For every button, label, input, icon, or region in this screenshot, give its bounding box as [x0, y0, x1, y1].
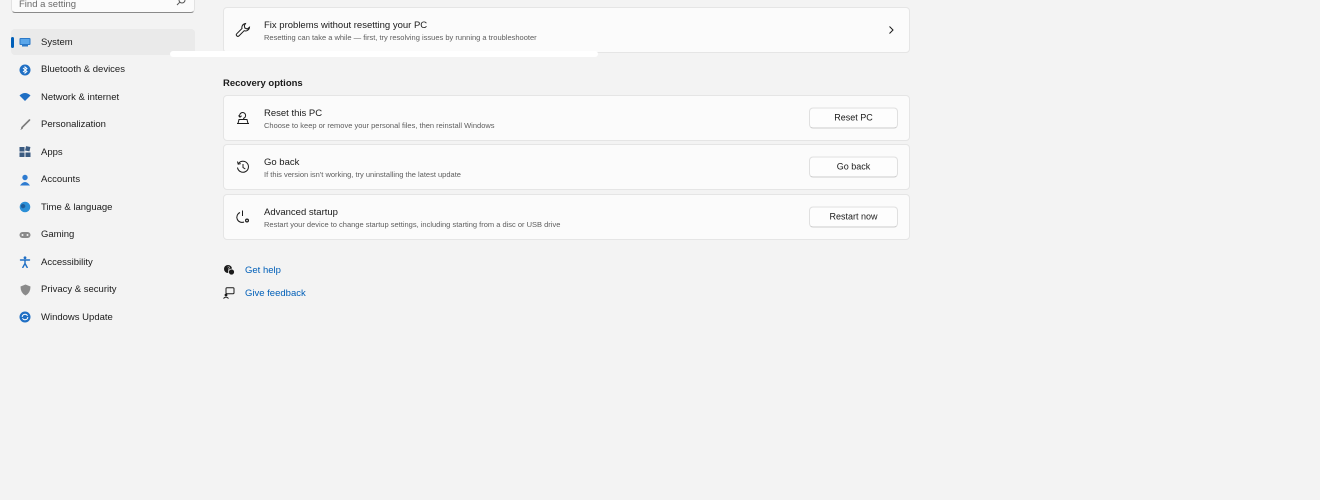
get-help-link[interactable]: ? Get help — [223, 264, 281, 276]
advanced-startup-card: Advanced startup Restart your device to … — [223, 194, 910, 240]
go-back-card: Go back If this version isn't working, t… — [223, 144, 910, 190]
chevron-right-icon — [889, 26, 894, 34]
go-back-button[interactable]: Go back — [809, 156, 898, 178]
wifi-icon — [19, 91, 31, 103]
bluetooth-icon — [19, 64, 31, 76]
sidebar-item-label: Privacy & security — [41, 284, 117, 295]
sidebar-item-label: Accessibility — [41, 256, 93, 268]
search-input[interactable] — [12, 0, 162, 14]
sidebar-item-label: Windows Update — [41, 311, 113, 323]
sidebar-item-network[interactable]: Network & internet — [11, 84, 195, 110]
fix-problems-title: Fix problems without resetting your PC — [264, 20, 428, 31]
reset-pc-title: Reset this PC — [264, 108, 323, 119]
advanced-startup-subtitle: Restart your device to change startup se… — [264, 220, 561, 229]
sidebar-item-label: Bluetooth & devices — [41, 64, 125, 75]
recovery-options-heading: Recovery options — [223, 78, 303, 89]
sidebar-item-label: Network & internet — [41, 91, 120, 103]
shield-icon — [19, 284, 31, 296]
sidebar-item-windows-update[interactable]: Windows Update — [11, 304, 195, 330]
go-back-title: Go back — [264, 157, 300, 168]
fix-problems-card[interactable]: Fix problems without resetting your PC R… — [223, 7, 910, 53]
sidebar-item-label: Time & language — [41, 201, 113, 213]
history-icon — [237, 160, 249, 173]
gamepad-icon — [19, 229, 31, 241]
accessibility-icon — [19, 256, 31, 268]
sidebar-item-bluetooth[interactable]: Bluetooth & devices — [11, 57, 195, 83]
feedback-icon — [223, 287, 235, 299]
search-icon — [176, 0, 186, 6]
reset-pc-subtitle: Choose to keep or remove your personal f… — [264, 121, 495, 130]
account-icon — [19, 174, 31, 186]
restart-now-button[interactable]: Restart now — [809, 206, 898, 228]
help-chat-icon: ? — [224, 265, 235, 276]
sidebar-item-label: Personalization — [41, 119, 106, 130]
active-indicator — [11, 37, 14, 48]
give-feedback-label: Give feedback — [245, 287, 306, 299]
go-back-subtitle: If this version isn't working, try unins… — [264, 170, 461, 179]
give-feedback-link[interactable]: Give feedback — [223, 287, 306, 299]
focus-highlight — [170, 51, 598, 57]
update-icon — [19, 311, 31, 323]
sidebar-item-gaming[interactable]: Gaming — [11, 222, 195, 248]
reset-pc-button[interactable]: Reset PC — [809, 107, 898, 129]
system-icon — [19, 36, 31, 48]
sidebar-item-apps[interactable]: Apps — [11, 139, 195, 165]
sidebar-item-label: System — [41, 36, 73, 48]
get-help-label: Get help — [245, 264, 281, 276]
fix-problems-subtitle: Resetting can take a while — first, try … — [264, 33, 537, 42]
sidebar-item-time-language[interactable]: Time & language — [11, 194, 195, 220]
sidebar-item-system[interactable]: System — [11, 29, 195, 55]
sidebar-item-label: Accounts — [41, 174, 81, 185]
advanced-startup-icon — [236, 210, 249, 223]
reset-pc-card: Reset this PC Choose to keep or remove y… — [223, 95, 910, 141]
settings-search-box[interactable] — [11, 0, 195, 14]
brush-icon — [19, 118, 31, 131]
svg-text:?: ? — [227, 266, 230, 273]
reset-pc-icon — [237, 112, 249, 124]
sidebar-item-personalization[interactable]: Personalization — [11, 112, 195, 138]
apps-icon — [19, 146, 31, 158]
sidebar-item-accounts[interactable]: Accounts — [11, 167, 195, 193]
globe-clock-icon — [19, 201, 31, 213]
sidebar-item-privacy-security[interactable]: Privacy & security — [11, 277, 195, 303]
wrench-icon — [235, 22, 251, 37]
sidebar-item-label: Apps — [41, 146, 63, 158]
sidebar-item-accessibility[interactable]: Accessibility — [11, 249, 195, 275]
sidebar-nav: System Bluetooth & devices Network & int… — [11, 29, 195, 332]
sidebar-item-label: Gaming — [41, 229, 75, 240]
advanced-startup-title: Advanced startup — [264, 207, 338, 218]
